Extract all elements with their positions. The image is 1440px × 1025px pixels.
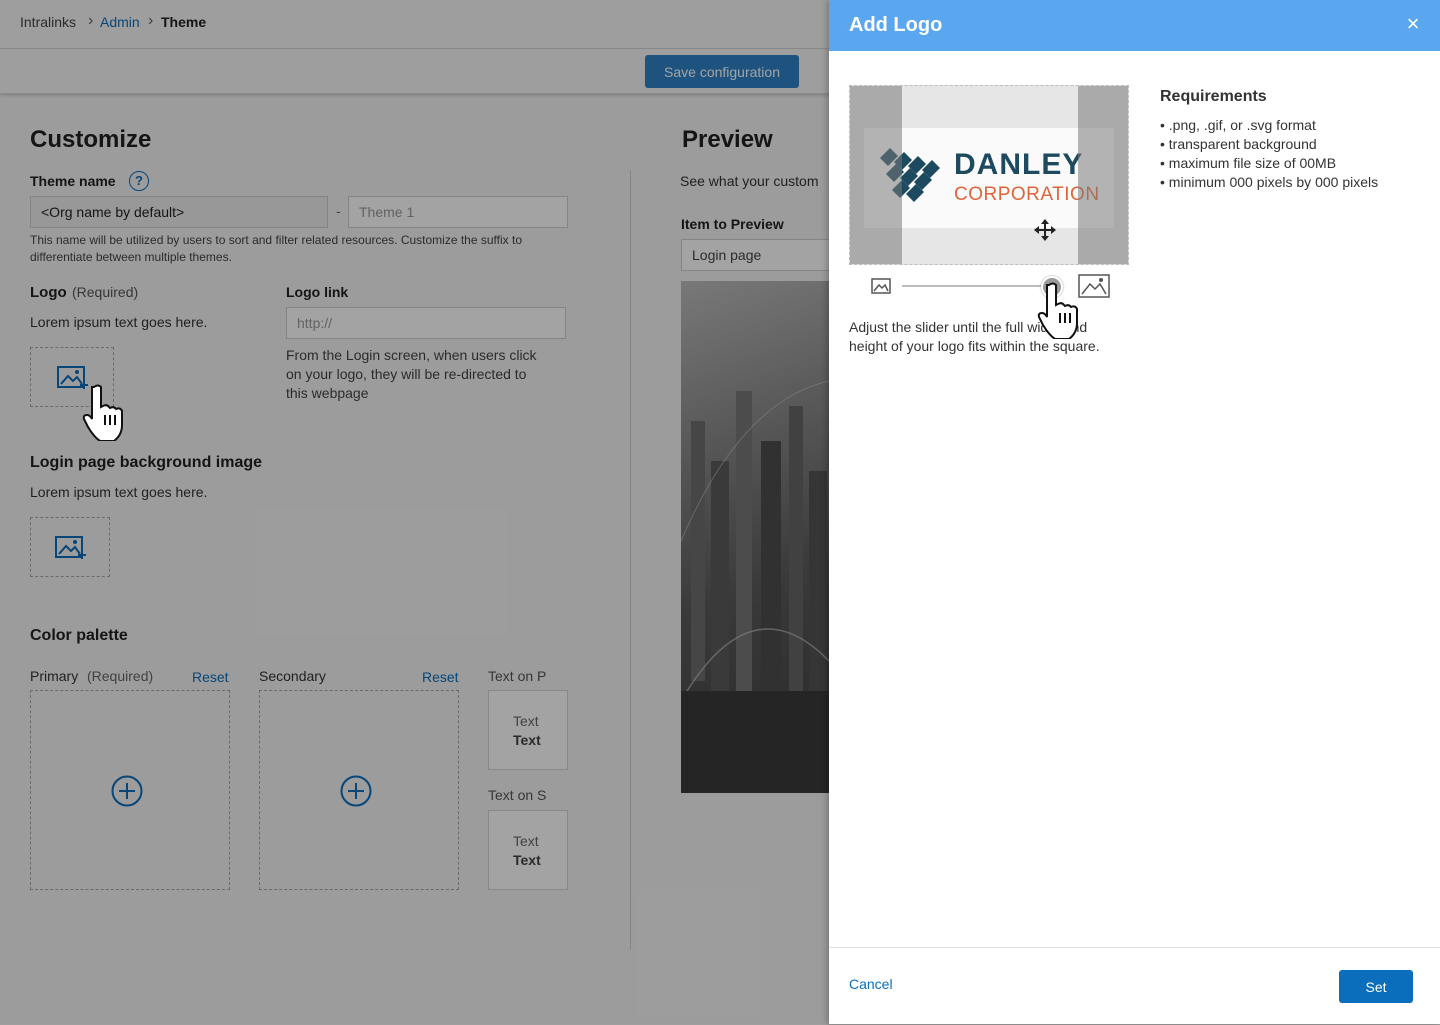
logo-word-danley: DANLEY [954, 148, 1084, 181]
move-icon[interactable] [1034, 219, 1056, 241]
slider-instructions-line-1: Adjust the slider until the full width a… [849, 319, 1088, 335]
dialog-header: Add Logo × [829, 0, 1440, 51]
requirements-title: Requirements [1160, 88, 1267, 105]
image-small-icon [871, 278, 891, 294]
slider-instructions-line-2: height of your logo fits within the squa… [849, 338, 1100, 354]
close-icon[interactable]: × [1403, 13, 1423, 35]
dialog-title: Add Logo [849, 14, 943, 36]
dialog-footer: Cancel Set [829, 947, 1440, 1025]
requirement-item: • transparent background [1160, 136, 1317, 152]
slider-instructions: Adjust the slider until the full width a… [849, 318, 1139, 356]
logo-crop-area[interactable]: DANLEY CORPORATION [849, 85, 1129, 265]
requirement-item: • maximum file size of 00MB [1160, 155, 1337, 171]
crop-shade-left [850, 86, 902, 264]
zoom-slider-track[interactable] [902, 285, 1052, 287]
set-button[interactable]: Set [1339, 970, 1413, 1003]
add-logo-dialog: Add Logo × DANLEY CORPORATION Adjust the… [829, 0, 1440, 1024]
cancel-button[interactable]: Cancel [849, 976, 893, 992]
hand-pointer-cursor-icon [1037, 282, 1078, 339]
requirement-item: • .png, .gif, or .svg format [1160, 117, 1316, 133]
crop-shade-right [1078, 86, 1128, 264]
requirement-item: • minimum 000 pixels by 000 pixels [1160, 174, 1379, 190]
hand-pointer-cursor-icon [82, 384, 123, 441]
modal-backdrop[interactable] [0, 0, 829, 1024]
